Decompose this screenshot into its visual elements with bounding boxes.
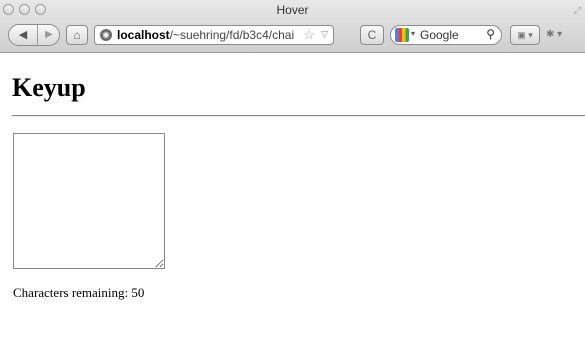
- message-textarea[interactable]: [13, 133, 165, 269]
- extension-icon: ▣ ▾: [517, 30, 533, 40]
- reload-button[interactable]: C: [360, 25, 384, 45]
- search-engine-dropdown-icon[interactable]: ▾: [411, 29, 415, 38]
- extension-button[interactable]: ▣ ▾: [510, 25, 540, 45]
- google-icon[interactable]: [395, 28, 409, 42]
- site-identity-icon[interactable]: ◉: [100, 29, 112, 41]
- browser-chrome: Hover ⤢ ◀ ▶ ⌂ ◉ localhost/~suehring/fd/b…: [0, 0, 585, 53]
- addon-icon: ✱ ▾: [546, 29, 563, 40]
- page-content: Keyup Characters remaining: 50: [0, 53, 585, 361]
- title-bar: Hover ⤢: [0, 0, 585, 20]
- addon-menu-button[interactable]: ✱ ▾: [546, 25, 582, 45]
- home-icon: ⌂: [73, 28, 81, 42]
- search-icon[interactable]: ⚲: [486, 27, 495, 41]
- window-title: Hover: [276, 3, 309, 17]
- navigation-toolbar: ◀ ▶ ⌂ ◉ localhost/~suehring/fd/b3c4/chai…: [0, 22, 585, 50]
- url-dropdown-icon[interactable]: ▽: [321, 29, 328, 40]
- back-forward-group: ◀ ▶: [8, 24, 60, 46]
- forward-button[interactable]: ▶: [38, 25, 59, 45]
- bookmark-star-icon[interactable]: ☆: [303, 27, 315, 43]
- url-text[interactable]: localhost/~suehring/fd/b3c4/chai: [117, 28, 297, 42]
- back-arrow-icon: ◀: [18, 29, 28, 41]
- home-button[interactable]: ⌂: [66, 25, 88, 45]
- url-host: localhost: [117, 28, 170, 42]
- characters-remaining: Characters remaining: 50: [13, 285, 144, 301]
- forward-arrow-icon: ▶: [45, 29, 53, 40]
- address-bar[interactable]: ◉ localhost/~suehring/fd/b3c4/chai ☆ ▽: [94, 25, 334, 45]
- page-heading: Keyup: [12, 73, 86, 102]
- fullscreen-icon[interactable]: ⤢: [574, 5, 581, 16]
- url-path: /~suehring/fd/b3c4/chai: [169, 28, 295, 42]
- counter-label: Characters remaining:: [13, 285, 129, 300]
- search-engine-label: Google: [420, 28, 459, 42]
- back-button[interactable]: ◀: [9, 25, 38, 45]
- counter-value: 50: [131, 285, 145, 300]
- reload-icon: C: [367, 28, 377, 42]
- search-bar[interactable]: ▾ Google ⚲: [390, 25, 502, 45]
- divider: [12, 115, 585, 117]
